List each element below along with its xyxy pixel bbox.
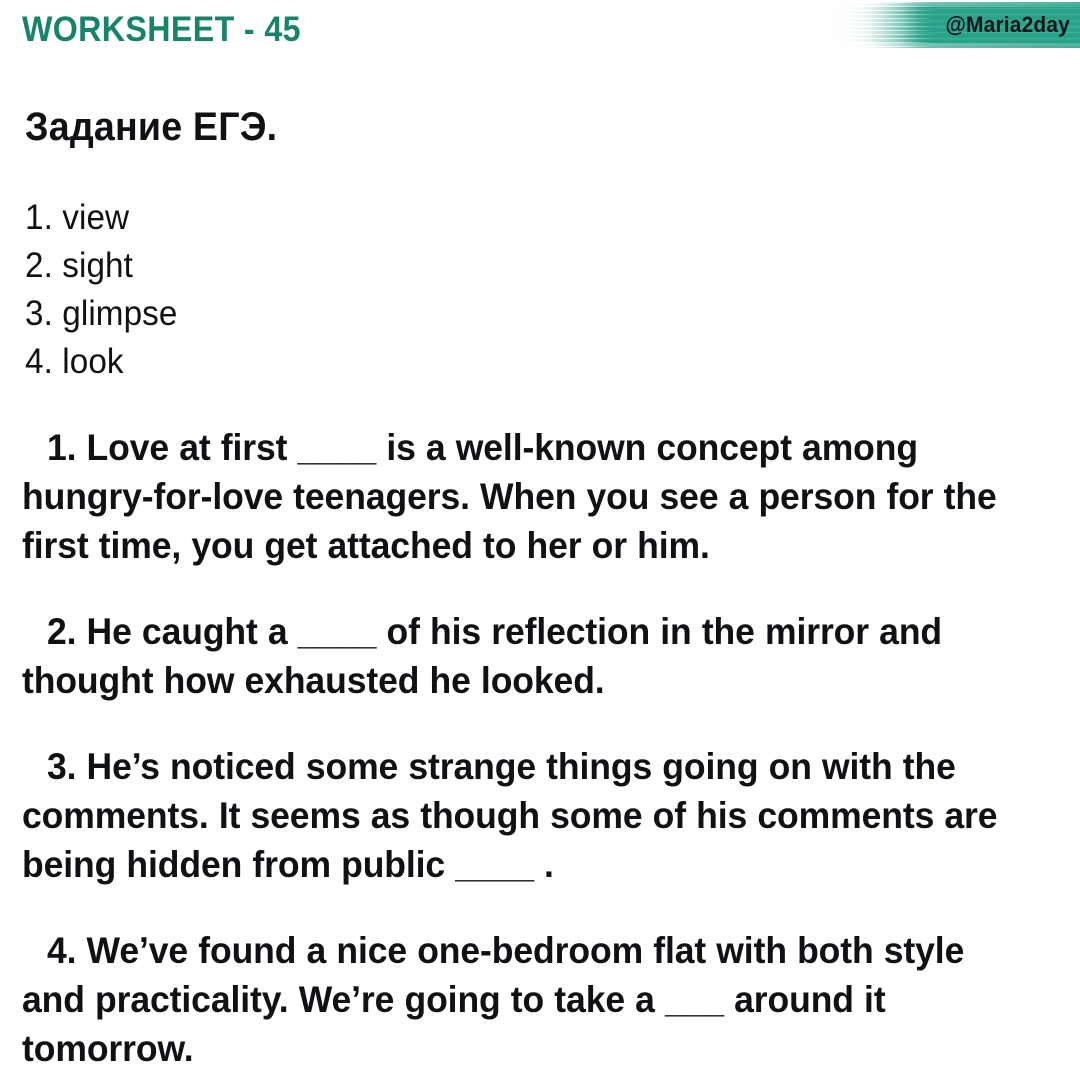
- header: WORKSHEET - 45 @Maria2day: [0, 0, 1080, 76]
- answer-options-list: 1. view 2. sight 3. glimpse 4. look: [22, 194, 1058, 386]
- question-item: 3. He’s noticed some strange things goin…: [22, 746, 998, 885]
- questions-list: 1. Love at first ____ is a well-known co…: [22, 423, 1058, 1073]
- question-item: 2. He caught a ____ of his reflection in…: [22, 611, 943, 701]
- question-item: 1. Love at first ____ is a well-known co…: [22, 427, 997, 566]
- worksheet-page: WORKSHEET - 45 @Maria2day Задание ЕГЭ. 1…: [0, 0, 1080, 1080]
- page-title: WORKSHEET - 45: [22, 10, 301, 49]
- option-item[interactable]: 4. look: [25, 338, 1006, 386]
- option-item[interactable]: 2. sight: [25, 242, 1006, 290]
- task-heading: Задание ЕГЭ.: [25, 105, 278, 149]
- author-handle-text: @Maria2day: [945, 12, 1070, 37]
- option-item[interactable]: 3. glimpse: [25, 290, 1006, 338]
- option-item[interactable]: 1. view: [25, 194, 1006, 242]
- question-item: 4. We’ve found a nice one-bedroom flat w…: [22, 930, 965, 1069]
- author-handle-badge[interactable]: @Maria2day: [826, 2, 1080, 48]
- worksheet-content: Задание ЕГЭ. 1. view 2. sight 3. glimpse…: [0, 76, 1080, 1073]
